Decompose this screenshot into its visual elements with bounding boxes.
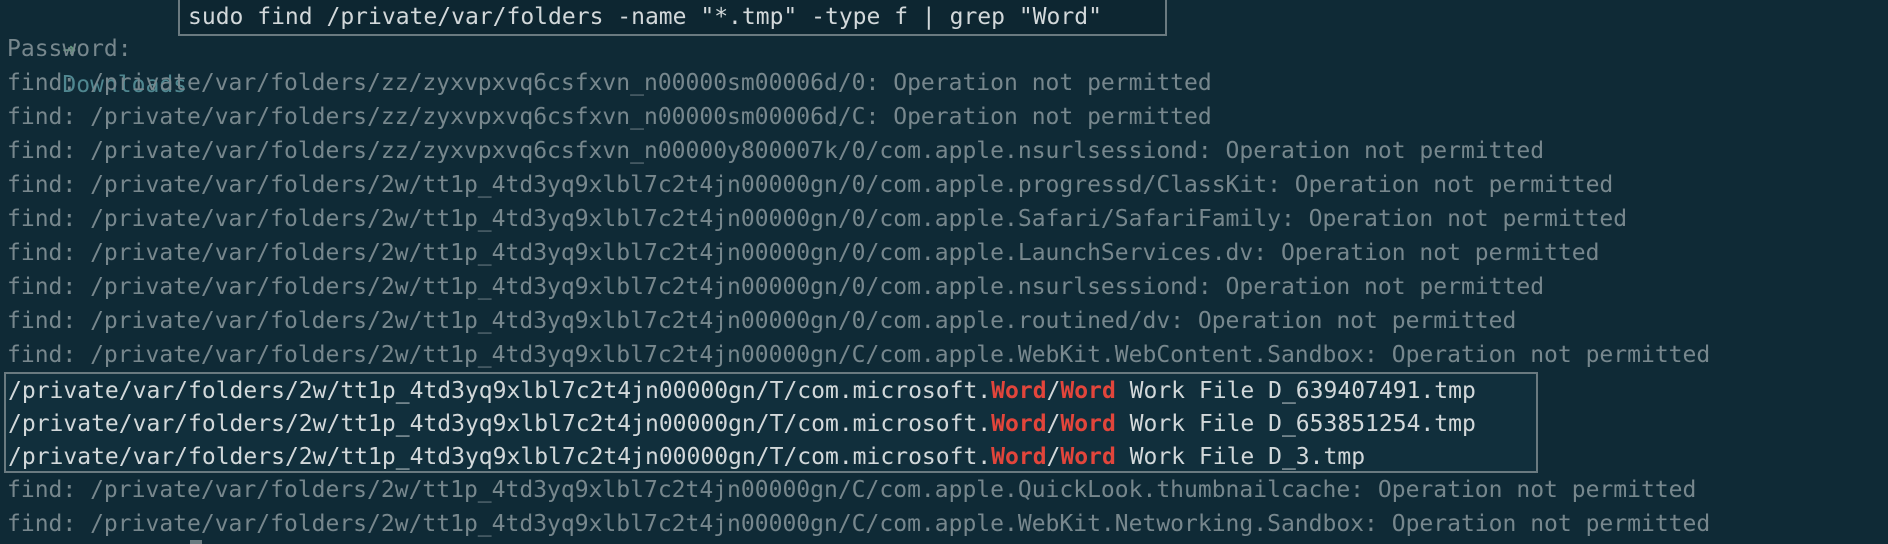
password-prompt: Password: xyxy=(7,36,132,62)
match-line[interactable]: /private/var/folders/2w/tt1p_4td3yq9xlbl… xyxy=(8,440,1365,474)
match-highlight: Word xyxy=(991,378,1047,404)
match-line[interactable]: /private/var/folders/2w/tt1p_4td3yq9xlbl… xyxy=(8,374,1476,408)
match-filename: Work File D_3.tmp xyxy=(1115,444,1366,470)
error-line: find: /private/var/folders/2w/tt1p_4td3y… xyxy=(7,172,1614,198)
match-filename: Work File D_653851254.tmp xyxy=(1115,411,1476,437)
match-highlight: Word xyxy=(1060,378,1116,404)
match-filename: Work File D_639407491.tmp xyxy=(1115,378,1476,404)
terminal-window[interactable]: ➜ Downloads sudo find /private/var/folde… xyxy=(0,0,1888,544)
match-separator: / xyxy=(1046,444,1061,470)
match-separator: / xyxy=(1046,378,1061,404)
match-highlight: Word xyxy=(991,444,1047,470)
error-line: find: /private/var/folders/2w/tt1p_4td3y… xyxy=(7,342,1711,368)
match-highlight: Word xyxy=(991,411,1047,437)
prompt-line: ➜ Downloads xyxy=(7,0,187,98)
error-line: find: /private/var/folders/2w/tt1p_4td3y… xyxy=(7,308,1517,334)
match-path: /private/var/folders/2w/tt1p_4td3yq9xlbl… xyxy=(8,444,992,470)
error-line: find: /private/var/folders/2w/tt1p_4td3y… xyxy=(7,511,1711,537)
error-line: find: /private/var/folders/zz/zyxvpxvq6c… xyxy=(7,138,1545,164)
match-path: /private/var/folders/2w/tt1p_4td3yq9xlbl… xyxy=(8,378,992,404)
error-line: find: /private/var/folders/2w/tt1p_4td3y… xyxy=(7,240,1600,266)
match-highlight: Word xyxy=(1060,444,1116,470)
error-line: find: /private/var/folders/2w/tt1p_4td3y… xyxy=(7,477,1697,503)
error-line: find: /private/var/folders/zz/zyxvpxvq6c… xyxy=(7,70,1212,96)
text-cursor xyxy=(190,540,202,544)
error-line: find: /private/var/folders/2w/tt1p_4td3y… xyxy=(7,206,1628,232)
error-line: find: /private/var/folders/2w/tt1p_4td3y… xyxy=(7,274,1545,300)
error-line: find: /private/var/folders/zz/zyxvpxvq6c… xyxy=(7,104,1212,130)
match-path: /private/var/folders/2w/tt1p_4td3yq9xlbl… xyxy=(8,411,992,437)
match-line[interactable]: /private/var/folders/2w/tt1p_4td3yq9xlbl… xyxy=(8,407,1476,441)
command-input[interactable]: sudo find /private/var/folders -name "*.… xyxy=(178,0,1167,36)
match-highlight: Word xyxy=(1060,411,1116,437)
match-separator: / xyxy=(1046,411,1061,437)
selected-results[interactable]: /private/var/folders/2w/tt1p_4td3yq9xlbl… xyxy=(4,372,1538,473)
